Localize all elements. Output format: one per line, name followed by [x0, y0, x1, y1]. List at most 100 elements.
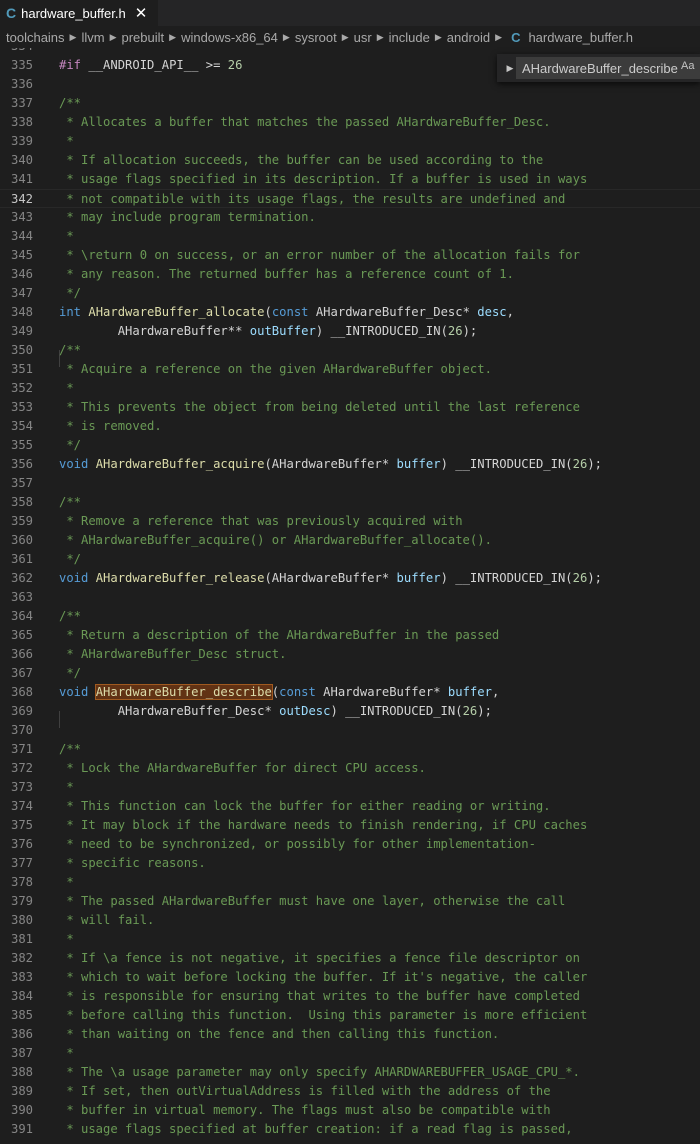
- code-text: void AHardwareBuffer_release(AHardwareBu…: [59, 569, 602, 588]
- code-line[interactable]: 346 * any reason. The returned buffer ha…: [0, 265, 700, 284]
- breadcrumb-item[interactable]: usr: [354, 30, 372, 45]
- code-line[interactable]: 344 *: [0, 227, 700, 246]
- code-line[interactable]: 342 * not compatible with its usage flag…: [0, 189, 700, 208]
- code-line[interactable]: 343 * may include program termination.: [0, 208, 700, 227]
- code-token: * specific reasons.: [59, 856, 206, 870]
- breadcrumb-item[interactable]: toolchains: [6, 30, 65, 45]
- code-line[interactable]: 360 * AHardwareBuffer_acquire() or AHard…: [0, 531, 700, 550]
- breadcrumb-item[interactable]: prebuilt: [122, 30, 165, 45]
- breadcrumb-item[interactable]: include: [389, 30, 430, 45]
- code-line[interactable]: 358 /**: [0, 493, 700, 512]
- line-number: 372: [10, 761, 33, 775]
- code-line[interactable]: 348 int AHardwareBuffer_allocate(const AH…: [0, 303, 700, 322]
- code-token: void: [59, 457, 96, 471]
- breadcrumb-item[interactable]: windows-x86_64: [181, 30, 278, 45]
- code-line[interactable]: 381 *: [0, 930, 700, 949]
- code-line[interactable]: 361 */: [0, 550, 700, 569]
- code-line[interactable]: 368 void AHardwareBuffer_describe(const A…: [0, 683, 700, 702]
- line-number: 348: [10, 305, 33, 319]
- code-line[interactable]: 369 AHardwareBuffer_Desc* outDesc) __INT…: [0, 702, 700, 721]
- code-line[interactable]: 385 * before calling this function. Usin…: [0, 1006, 700, 1025]
- code-line[interactable]: 383 * which to wait before locking the b…: [0, 968, 700, 987]
- code-line[interactable]: 353 * This prevents the object from bein…: [0, 398, 700, 417]
- code-token: * The passed AHardwareBuffer must have o…: [59, 894, 566, 908]
- code-line[interactable]: 380 * will fail.: [0, 911, 700, 930]
- code-token: * is responsible for ensuring that write…: [59, 989, 580, 1003]
- code-line[interactable]: 339 *: [0, 132, 700, 151]
- code-line[interactable]: 386 * than waiting on the fence and then…: [0, 1025, 700, 1044]
- code-line[interactable]: 372 * Lock the AHardwareBuffer for direc…: [0, 759, 700, 778]
- code-text: void AHardwareBuffer_acquire(AHardwareBu…: [59, 455, 602, 474]
- code-line[interactable]: 371 /**: [0, 740, 700, 759]
- line-number: 357: [10, 476, 33, 490]
- code-token: */: [59, 552, 82, 566]
- code-line[interactable]: 354 * is removed.: [0, 417, 700, 436]
- tab-hardware-buffer[interactable]: C hardware_buffer.h ✕: [0, 0, 158, 26]
- code-line[interactable]: 349 AHardwareBuffer** outBuffer) __INTRO…: [0, 322, 700, 341]
- code-token: * not compatible with its usage flags, t…: [59, 192, 566, 206]
- code-line[interactable]: 345 * \return 0 on success, or an error …: [0, 246, 700, 265]
- code-line[interactable]: 378 *: [0, 873, 700, 892]
- close-icon[interactable]: ✕: [135, 6, 148, 21]
- breadcrumb-item[interactable]: llvm: [81, 30, 104, 45]
- code-token: buffer: [396, 457, 441, 471]
- code-line[interactable]: 350 /**: [0, 341, 700, 360]
- code-line[interactable]: 347 */: [0, 284, 700, 303]
- breadcrumb-item[interactable]: sysroot: [295, 30, 337, 45]
- code-line[interactable]: 374 * This function can lock the buffer …: [0, 797, 700, 816]
- code-token: /**: [59, 742, 82, 756]
- code-token: 26: [227, 58, 243, 72]
- code-line[interactable]: 373 *: [0, 778, 700, 797]
- match-case-toggle[interactable]: Aa: [681, 60, 694, 72]
- tab-bar: C hardware_buffer.h ✕: [0, 0, 700, 26]
- code-line[interactable]: 367 */: [0, 664, 700, 683]
- code-line[interactable]: 337 /**: [0, 94, 700, 113]
- breadcrumb-file[interactable]: hardware_buffer.h: [528, 30, 633, 45]
- code-line[interactable]: 389 * If set, then outVirtualAddress is …: [0, 1082, 700, 1101]
- code-token: ) __INTRODUCED_IN(: [315, 324, 448, 338]
- code-line[interactable]: 376 * need to be synchronized, or possib…: [0, 835, 700, 854]
- code-token: AHardwareBuffer_Desc*: [59, 704, 280, 718]
- code-line[interactable]: 352 *: [0, 379, 700, 398]
- code-line[interactable]: 384 * is responsible for ensuring that w…: [0, 987, 700, 1006]
- code-line[interactable]: 390 * buffer in virtual memory. The flag…: [0, 1101, 700, 1120]
- code-token: *: [59, 134, 74, 148]
- code-line[interactable]: 375 * It may block if the hardware needs…: [0, 816, 700, 835]
- find-input[interactable]: [516, 57, 700, 79]
- code-line[interactable]: 359 * Remove a reference that was previo…: [0, 512, 700, 531]
- code-line[interactable]: 387 *: [0, 1044, 700, 1063]
- code-line[interactable]: 364 /**: [0, 607, 700, 626]
- code-token: * usage flags specified in its descripti…: [59, 172, 588, 186]
- code-editor[interactable]: 334 335 #if __ANDROID_API__ >= 26 336 337 /**…: [0, 48, 700, 1144]
- chevron-right-icon[interactable]: ▶: [503, 60, 517, 76]
- code-line[interactable]: 365 * Return a description of the AHardw…: [0, 626, 700, 645]
- code-line[interactable]: 382 * If \a fence is not negative, it sp…: [0, 949, 700, 968]
- code-line[interactable]: 391 * usage flags specified at buffer cr…: [0, 1120, 700, 1139]
- code-line[interactable]: 363: [0, 588, 700, 607]
- code-line[interactable]: 338 * Allocates a buffer that matches th…: [0, 113, 700, 132]
- code-line[interactable]: 362 void AHardwareBuffer_release(AHardwar…: [0, 569, 700, 588]
- code-text: *: [59, 379, 73, 398]
- code-line[interactable]: 351 * Acquire a reference on the given A…: [0, 360, 700, 379]
- code-line[interactable]: 377 * specific reasons.: [0, 854, 700, 873]
- code-line[interactable]: 370: [0, 721, 700, 740]
- code-line[interactable]: 379 * The passed AHardwareBuffer must ha…: [0, 892, 700, 911]
- code-text: *: [59, 873, 73, 892]
- code-text: /**: [59, 94, 81, 113]
- code-line[interactable]: 357: [0, 474, 700, 493]
- code-line[interactable]: 366 * AHardwareBuffer_Desc struct.: [0, 645, 700, 664]
- code-line[interactable]: 355 */: [0, 436, 700, 455]
- code-line[interactable]: 341 * usage flags specified in its descr…: [0, 170, 700, 189]
- code-token: 26: [572, 571, 588, 585]
- breadcrumb-item[interactable]: android: [447, 30, 490, 45]
- code-token: AHardwareBuffer**: [59, 324, 250, 338]
- line-number: 370: [10, 723, 33, 737]
- code-line[interactable]: 356 void AHardwareBuffer_acquire(AHardwar…: [0, 455, 700, 474]
- code-token: * If \a fence is not negative, it specif…: [59, 951, 580, 965]
- code-line[interactable]: 340 * If allocation succeeds, the buffer…: [0, 151, 700, 170]
- code-line[interactable]: 388 * The \a usage parameter may only sp…: [0, 1063, 700, 1082]
- code-token: * It may block if the hardware needs to …: [59, 818, 588, 832]
- code-token: * AHardwareBuffer_acquire() or AHardware…: [59, 533, 492, 547]
- line-number: 377: [10, 856, 33, 870]
- code-text: */: [59, 436, 81, 455]
